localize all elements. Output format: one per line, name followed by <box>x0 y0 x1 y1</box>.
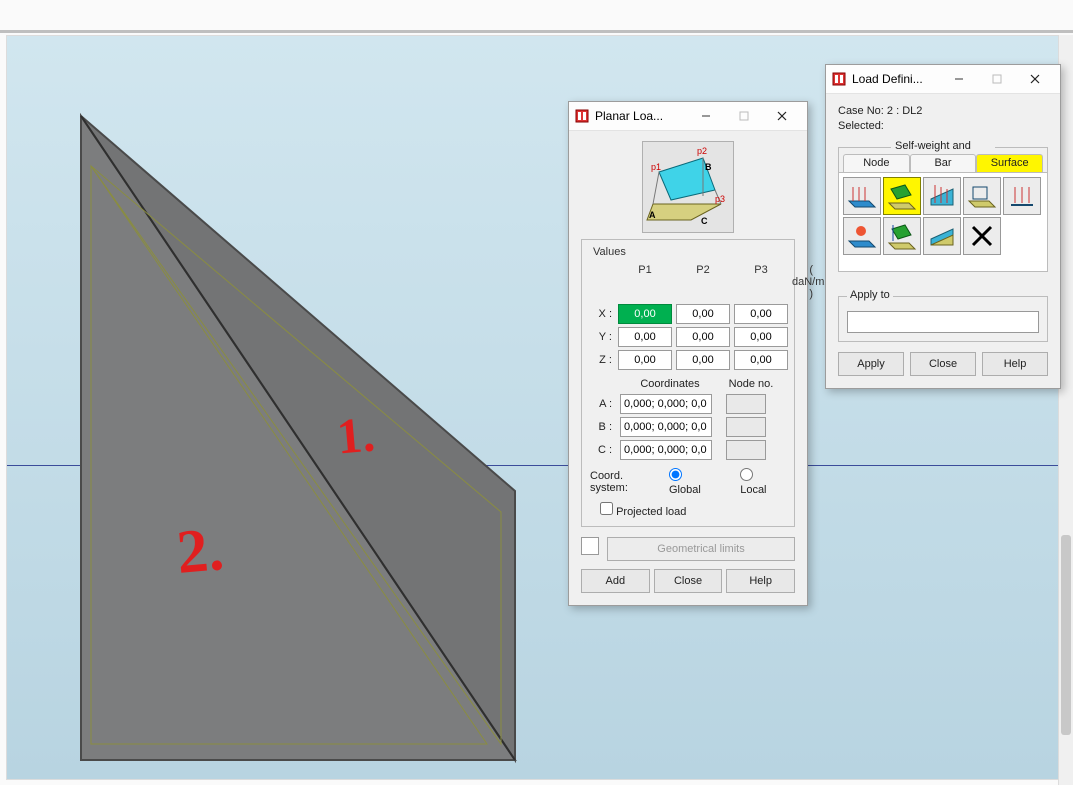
a-coord-input[interactable] <box>620 394 712 414</box>
a-node-input[interactable] <box>726 394 766 414</box>
load-type-tabs: Self-weight and mass Node Bar Surface <box>838 147 1048 272</box>
col-p3: P3 <box>734 264 788 300</box>
tool-thermal-3p[interactable] <box>883 217 921 255</box>
x-p1-input[interactable] <box>618 304 672 324</box>
help-button-planar[interactable]: Help <box>726 569 795 593</box>
tab-surface[interactable]: Surface <box>976 154 1043 172</box>
planar-title: Planar Loa... <box>595 109 663 123</box>
row-a-label: A : <box>590 398 614 410</box>
help-button-loaddef[interactable]: Help <box>982 352 1048 376</box>
top-toolbar-strip <box>0 0 1073 33</box>
svg-text:A: A <box>649 210 656 220</box>
planar-load-dialog: Planar Loa... p1 p2 p3 A B C <box>568 101 808 606</box>
minimize-button[interactable] <box>940 65 978 93</box>
col-p1: P1 <box>618 264 672 300</box>
values-legend: Values <box>590 246 629 258</box>
load-definition-dialog: Load Defini... Case No: 2 : DL2 Selected… <box>825 64 1061 389</box>
minimize-button[interactable] <box>687 102 725 130</box>
maximize-button[interactable] <box>978 65 1016 93</box>
tool-uniform-planar[interactable] <box>843 177 881 215</box>
apply-to-input[interactable] <box>847 311 1039 333</box>
row-y-label: Y : <box>590 331 614 343</box>
values-group: Values P1 P2 P3 ( daN/m2 ) X : Y : <box>581 239 795 527</box>
node-header: Node no. <box>726 378 776 390</box>
maximize-button[interactable] <box>725 102 763 130</box>
tool-contour-linear[interactable] <box>923 217 961 255</box>
y-p1-input[interactable] <box>618 327 672 347</box>
col-p2: P2 <box>676 264 730 300</box>
radio-local[interactable]: Local <box>740 468 782 496</box>
x-p3-input[interactable] <box>734 304 788 324</box>
svg-text:p3: p3 <box>715 194 725 204</box>
close-button[interactable] <box>1016 65 1054 93</box>
geom-limits-toggle[interactable] <box>581 537 599 555</box>
tool-delete[interactable] <box>963 217 1001 255</box>
apply-to-group: Apply to <box>838 296 1048 342</box>
loaddef-titlebar[interactable]: Load Defini... <box>826 65 1060 94</box>
svg-text:B: B <box>705 162 712 172</box>
tool-linear-edge[interactable] <box>1003 177 1041 215</box>
c-coord-input[interactable] <box>620 440 712 460</box>
load-preview-image: p1 p2 p3 A B C <box>642 141 734 233</box>
projected-load-checkbox[interactable]: Projected load <box>600 502 686 518</box>
tab-bar[interactable]: Bar <box>910 154 977 172</box>
apply-to-label: Apply to <box>847 289 893 301</box>
planar-titlebar[interactable]: Planar Loa... <box>569 102 807 131</box>
tool-contour-uniform[interactable] <box>963 177 1001 215</box>
scrollbar-thumb[interactable] <box>1061 535 1071 735</box>
close-button-planar[interactable]: Close <box>654 569 723 593</box>
y-p2-input[interactable] <box>676 327 730 347</box>
close-button[interactable] <box>763 102 801 130</box>
coord-system-label: Coord. system: <box>590 470 663 494</box>
z-p2-input[interactable] <box>676 350 730 370</box>
annotation-1: 1. <box>335 404 377 465</box>
row-b-label: B : <box>590 421 614 433</box>
app-icon <box>832 72 846 86</box>
b-node-input[interactable] <box>726 417 766 437</box>
apply-button[interactable]: Apply <box>838 352 904 376</box>
b-coord-input[interactable] <box>620 417 712 437</box>
annotation-2: 2. <box>174 514 227 589</box>
tool-thermal[interactable] <box>843 217 881 255</box>
y-p3-input[interactable] <box>734 327 788 347</box>
radio-global[interactable]: Global <box>669 468 716 496</box>
case-no: Case No: 2 : DL2 <box>838 104 1048 119</box>
geom-limits-button[interactable]: Geometrical limits <box>607 537 795 561</box>
z-p3-input[interactable] <box>734 350 788 370</box>
svg-text:C: C <box>701 216 708 226</box>
svg-text:p1: p1 <box>651 162 661 172</box>
loaddef-title: Load Defini... <box>852 72 923 86</box>
row-x-label: X : <box>590 308 614 320</box>
add-button[interactable]: Add <box>581 569 650 593</box>
svg-text:p2: p2 <box>697 146 707 156</box>
c-node-input[interactable] <box>726 440 766 460</box>
x-p2-input[interactable] <box>676 304 730 324</box>
z-p1-input[interactable] <box>618 350 672 370</box>
row-c-label: C : <box>590 444 614 456</box>
tool-planar-3p[interactable] <box>883 177 921 215</box>
close-button-loaddef[interactable]: Close <box>910 352 976 376</box>
coord-header: Coordinates <box>620 378 720 390</box>
tool-hydrostatic[interactable] <box>923 177 961 215</box>
app-icon <box>575 109 589 123</box>
row-z-label: Z : <box>590 354 614 366</box>
tab-node[interactable]: Node <box>843 154 910 172</box>
selected-label: Selected: <box>838 119 1048 134</box>
